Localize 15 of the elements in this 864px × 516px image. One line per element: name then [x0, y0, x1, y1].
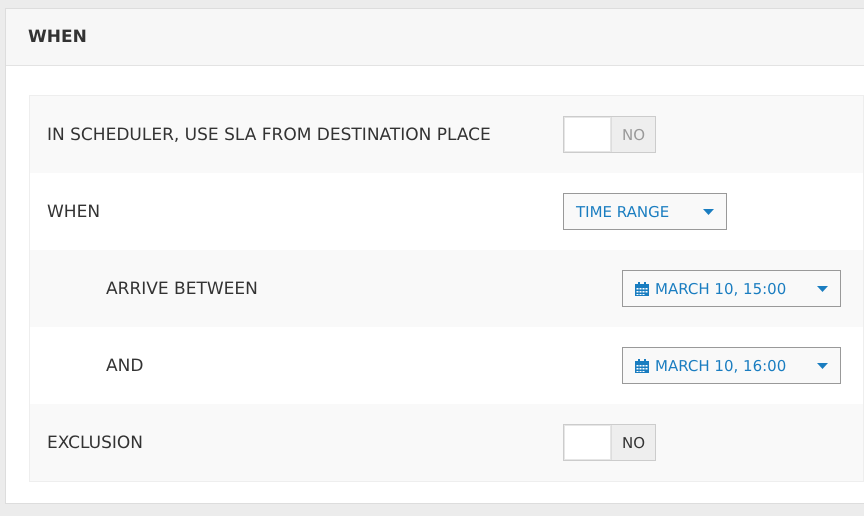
- calendar-icon: [635, 282, 649, 296]
- field-label: ARRIVE BETWEEN: [105, 278, 259, 298]
- field-label: AND: [105, 356, 144, 376]
- field-label: WHEN: [46, 202, 102, 222]
- toggle-switch[interactable]: NO: [563, 424, 656, 461]
- field-label: IN SCHEDULER, USE SLA FROM DESTINATION PLACE: [46, 124, 492, 144]
- date-picker[interactable]: MARCH 10, 16:00: [622, 347, 841, 384]
- caret-icon: [817, 286, 828, 292]
- panel-title: WHEN: [28, 27, 87, 47]
- field-label: EXCLUSION: [46, 432, 144, 452]
- calendar-icon: [635, 358, 649, 372]
- date-picker[interactable]: MARCH 10, 15:00: [622, 270, 841, 307]
- dropdown[interactable]: TIME RANGE: [563, 193, 727, 230]
- caret-icon: [817, 362, 828, 368]
- caret-icon: [703, 208, 714, 214]
